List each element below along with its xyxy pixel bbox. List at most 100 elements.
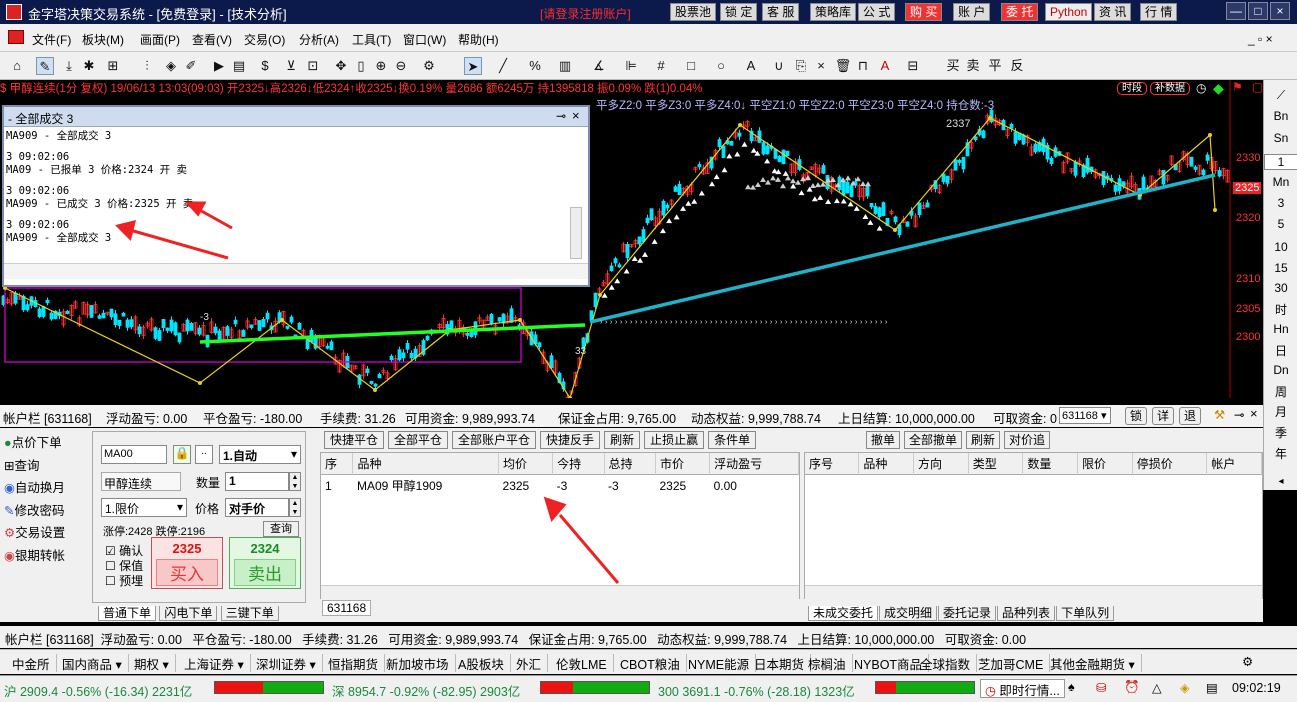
market-tab-8[interactable]: 外汇 <box>510 654 549 672</box>
preset-checkbox[interactable]: ☐ 预埋 <box>105 574 143 589</box>
orders-hscroll[interactable] <box>805 585 1262 599</box>
order-action-2[interactable]: 刷新 <box>966 431 1001 449</box>
reverse-tool[interactable]: 反 <box>1008 57 1026 75</box>
quotes-button[interactable]: 行 情 <box>1140 3 1178 21</box>
market-tab-15[interactable]: 全球指数 <box>914 654 978 672</box>
angle-icon[interactable]: ∡ <box>590 57 608 75</box>
period-14[interactable]: 月 <box>1264 403 1297 420</box>
market-tab-9[interactable]: 伦敦LME <box>550 654 614 672</box>
period-7[interactable]: 15 <box>1264 261 1297 275</box>
alarm-icon[interactable]: ⏰ <box>1124 680 1140 695</box>
column-header[interactable]: 方向 <box>913 453 969 475</box>
nav-quick-order[interactable]: ●点价下单 <box>4 432 65 455</box>
trend-line-icon[interactable]: ⟋ <box>1264 88 1297 103</box>
column-header[interactable]: 市价 <box>655 453 711 475</box>
tools-icon[interactable]: ⚒ <box>1214 407 1225 422</box>
buy-product-button[interactable]: 购 买 <box>905 3 943 21</box>
market-tab-16[interactable]: 芝加哥CME <box>972 654 1051 672</box>
market-tab-7[interactable]: A股板块 <box>452 654 511 672</box>
orders-table[interactable]: 序号 品种 方向 类型 数量 限价 停损价 帐户 <box>804 452 1263 599</box>
nav-query[interactable]: ⊞查询 <box>4 455 65 478</box>
nav-bank-transfer[interactable]: ◉银期转帐 <box>4 545 65 568</box>
period-10[interactable]: Hn <box>1264 322 1297 336</box>
panel-close-icon[interactable]: × <box>1250 406 1258 421</box>
market-tab-13[interactable]: 棕榈油 <box>802 654 853 672</box>
maximize-button[interactable]: □ <box>1248 2 1268 20</box>
price-type-select[interactable]: 1.限价 ▾ <box>101 498 187 517</box>
price-input[interactable]: 对手价 <box>225 498 289 517</box>
warning-icon[interactable]: △ <box>1152 680 1162 695</box>
stock-pool-button[interactable]: 股票池 <box>670 3 717 21</box>
cursor-icon[interactable]: ➤ <box>464 57 482 75</box>
delete-icon[interactable]: × <box>812 57 830 75</box>
position-action-5[interactable]: 止损止赢 <box>644 431 705 449</box>
trash-icon[interactable]: 🗑 <box>834 57 852 75</box>
circle-icon[interactable]: ○ <box>712 57 730 75</box>
position-action-1[interactable]: 全部平仓 <box>388 431 449 449</box>
orders-tab-2[interactable]: 委托记录 <box>938 606 997 621</box>
pin-icon[interactable]: ⊸ <box>1234 407 1244 422</box>
python-button[interactable]: Python <box>1045 3 1093 21</box>
red-flag-icon[interactable]: ⚑ <box>1232 80 1243 94</box>
query-button[interactable]: 查询 <box>263 521 299 537</box>
grid-icon[interactable]: # <box>652 57 670 75</box>
account-tab[interactable]: 631168 <box>322 600 372 616</box>
tab-three-key-order[interactable]: 三键下单 <box>220 606 279 621</box>
market-tab-10[interactable]: CBOT粮油 <box>614 654 687 672</box>
close-tool[interactable]: 平 <box>986 57 1004 75</box>
tag-icon[interactable]: ◈ <box>1180 680 1190 695</box>
lock-button[interactable]: 锁 定 <box>720 3 758 21</box>
registration-note[interactable]: [请登录注册账户] <box>540 5 631 22</box>
period-13[interactable]: 周 <box>1264 383 1297 400</box>
account-select[interactable]: 631168 ▾ <box>1059 407 1111 424</box>
column-header[interactable]: 帐户 <box>1206 453 1262 475</box>
clock-icon[interactable]: ◷ <box>1196 81 1206 95</box>
market-tab-4[interactable]: 深圳证券 ▾ <box>250 654 323 672</box>
market-tab-1[interactable]: 国内商品 ▾ <box>56 654 129 672</box>
font-color-icon[interactable]: A <box>876 57 894 75</box>
news-button[interactable]: 资 讯 <box>1094 3 1132 21</box>
column-header[interactable]: 类型 <box>968 453 1024 475</box>
period-12[interactable]: Dn <box>1264 363 1297 377</box>
formula-button[interactable]: 公 式 <box>858 3 896 21</box>
menu-tools[interactable]: 工具(T) <box>352 31 391 48</box>
settings-icon[interactable]: ⚙ <box>1236 654 1259 672</box>
gear-icon[interactable]: ⚙ <box>420 57 438 75</box>
text-icon[interactable]: A <box>742 57 760 75</box>
period-5[interactable]: 5 <box>1264 217 1297 231</box>
confirm-checkbox[interactable]: ☑ 确认 <box>105 544 143 559</box>
market-tab-11[interactable]: NYME能源 <box>682 654 757 672</box>
column-header[interactable]: 品种 <box>352 453 500 475</box>
menu-help[interactable]: 帮助(H) <box>458 31 499 48</box>
popup-close-icon[interactable]: × <box>572 108 580 123</box>
strategy-button[interactable]: 策略库 <box>810 3 857 21</box>
market-tab-0[interactable]: 中金所 <box>6 654 57 672</box>
rect-icon[interactable]: □ <box>682 57 700 75</box>
column-header[interactable]: 品种 <box>858 453 915 475</box>
column-header[interactable]: 数量 <box>1022 453 1079 475</box>
buy-button[interactable]: 2325 买入 <box>151 537 223 589</box>
period-16[interactable]: 年 <box>1264 445 1297 462</box>
service-button[interactable]: 客 服 <box>762 3 800 21</box>
channel-icon[interactable]: ⊫ <box>622 57 640 75</box>
save-icon[interactable]: ⊟ <box>904 57 922 75</box>
account-button[interactable]: 账 户 <box>953 3 991 21</box>
lock-icon[interactable]: ⊓ <box>854 57 872 75</box>
close-button[interactable]: × <box>1270 2 1290 20</box>
market-tab-17[interactable]: 其他金融期货 ▾ <box>1044 654 1142 672</box>
menu-window[interactable]: 窗口(W) <box>403 31 446 48</box>
period-6[interactable]: 10 <box>1264 240 1297 254</box>
window-red-icon[interactable]: ▢ <box>1252 80 1263 94</box>
scroll-left-icon[interactable]: ◂ <box>1264 476 1297 487</box>
period-2[interactable]: 1 <box>1264 154 1297 170</box>
lock-contract-icon[interactable]: 🔒 <box>173 445 191 464</box>
tab-normal-order[interactable]: 普通下单 <box>98 606 157 621</box>
position-action-6[interactable]: 条件单 <box>708 431 757 449</box>
period-15[interactable]: 季 <box>1264 424 1297 441</box>
column-header[interactable]: 序 <box>321 453 354 475</box>
column-header[interactable]: 浮动盈亏 <box>709 453 799 475</box>
sell-tool[interactable]: 卖 <box>964 57 982 75</box>
order-action-0[interactable]: 撤单 <box>866 431 901 449</box>
column-header[interactable]: 今持 <box>552 453 605 475</box>
lock-account-button[interactable]: 锁 <box>1125 407 1147 425</box>
